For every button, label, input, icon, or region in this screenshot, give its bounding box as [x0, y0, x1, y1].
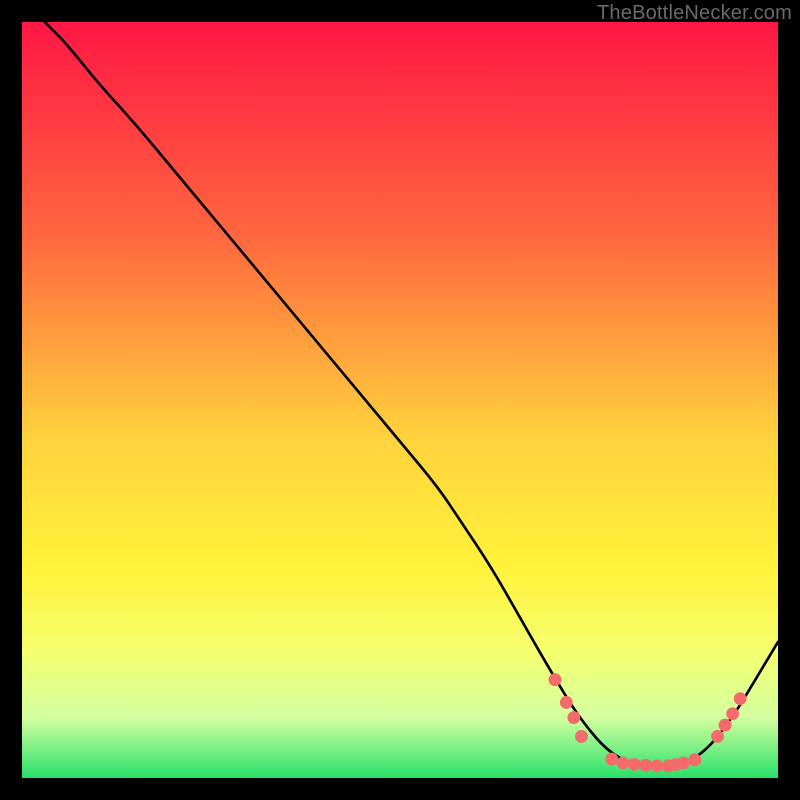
data-dot	[628, 758, 641, 771]
chart-stage: TheBottleNecker.com	[0, 0, 800, 800]
data-dot	[677, 756, 690, 769]
data-dot	[711, 730, 724, 743]
data-dot	[617, 756, 630, 769]
data-dot	[549, 673, 562, 686]
data-dot	[560, 696, 573, 709]
data-dot	[575, 730, 588, 743]
data-dot	[605, 753, 618, 766]
data-dot	[651, 759, 664, 772]
data-dot	[734, 692, 747, 705]
chart-curve-layer	[22, 22, 778, 778]
data-dots	[549, 673, 747, 772]
plot-area	[22, 22, 778, 778]
data-dot	[719, 719, 732, 732]
data-dot	[688, 753, 701, 766]
data-dot	[726, 707, 739, 720]
data-dot	[639, 759, 652, 772]
bottleneck-curve	[45, 22, 778, 767]
data-dot	[567, 711, 580, 724]
